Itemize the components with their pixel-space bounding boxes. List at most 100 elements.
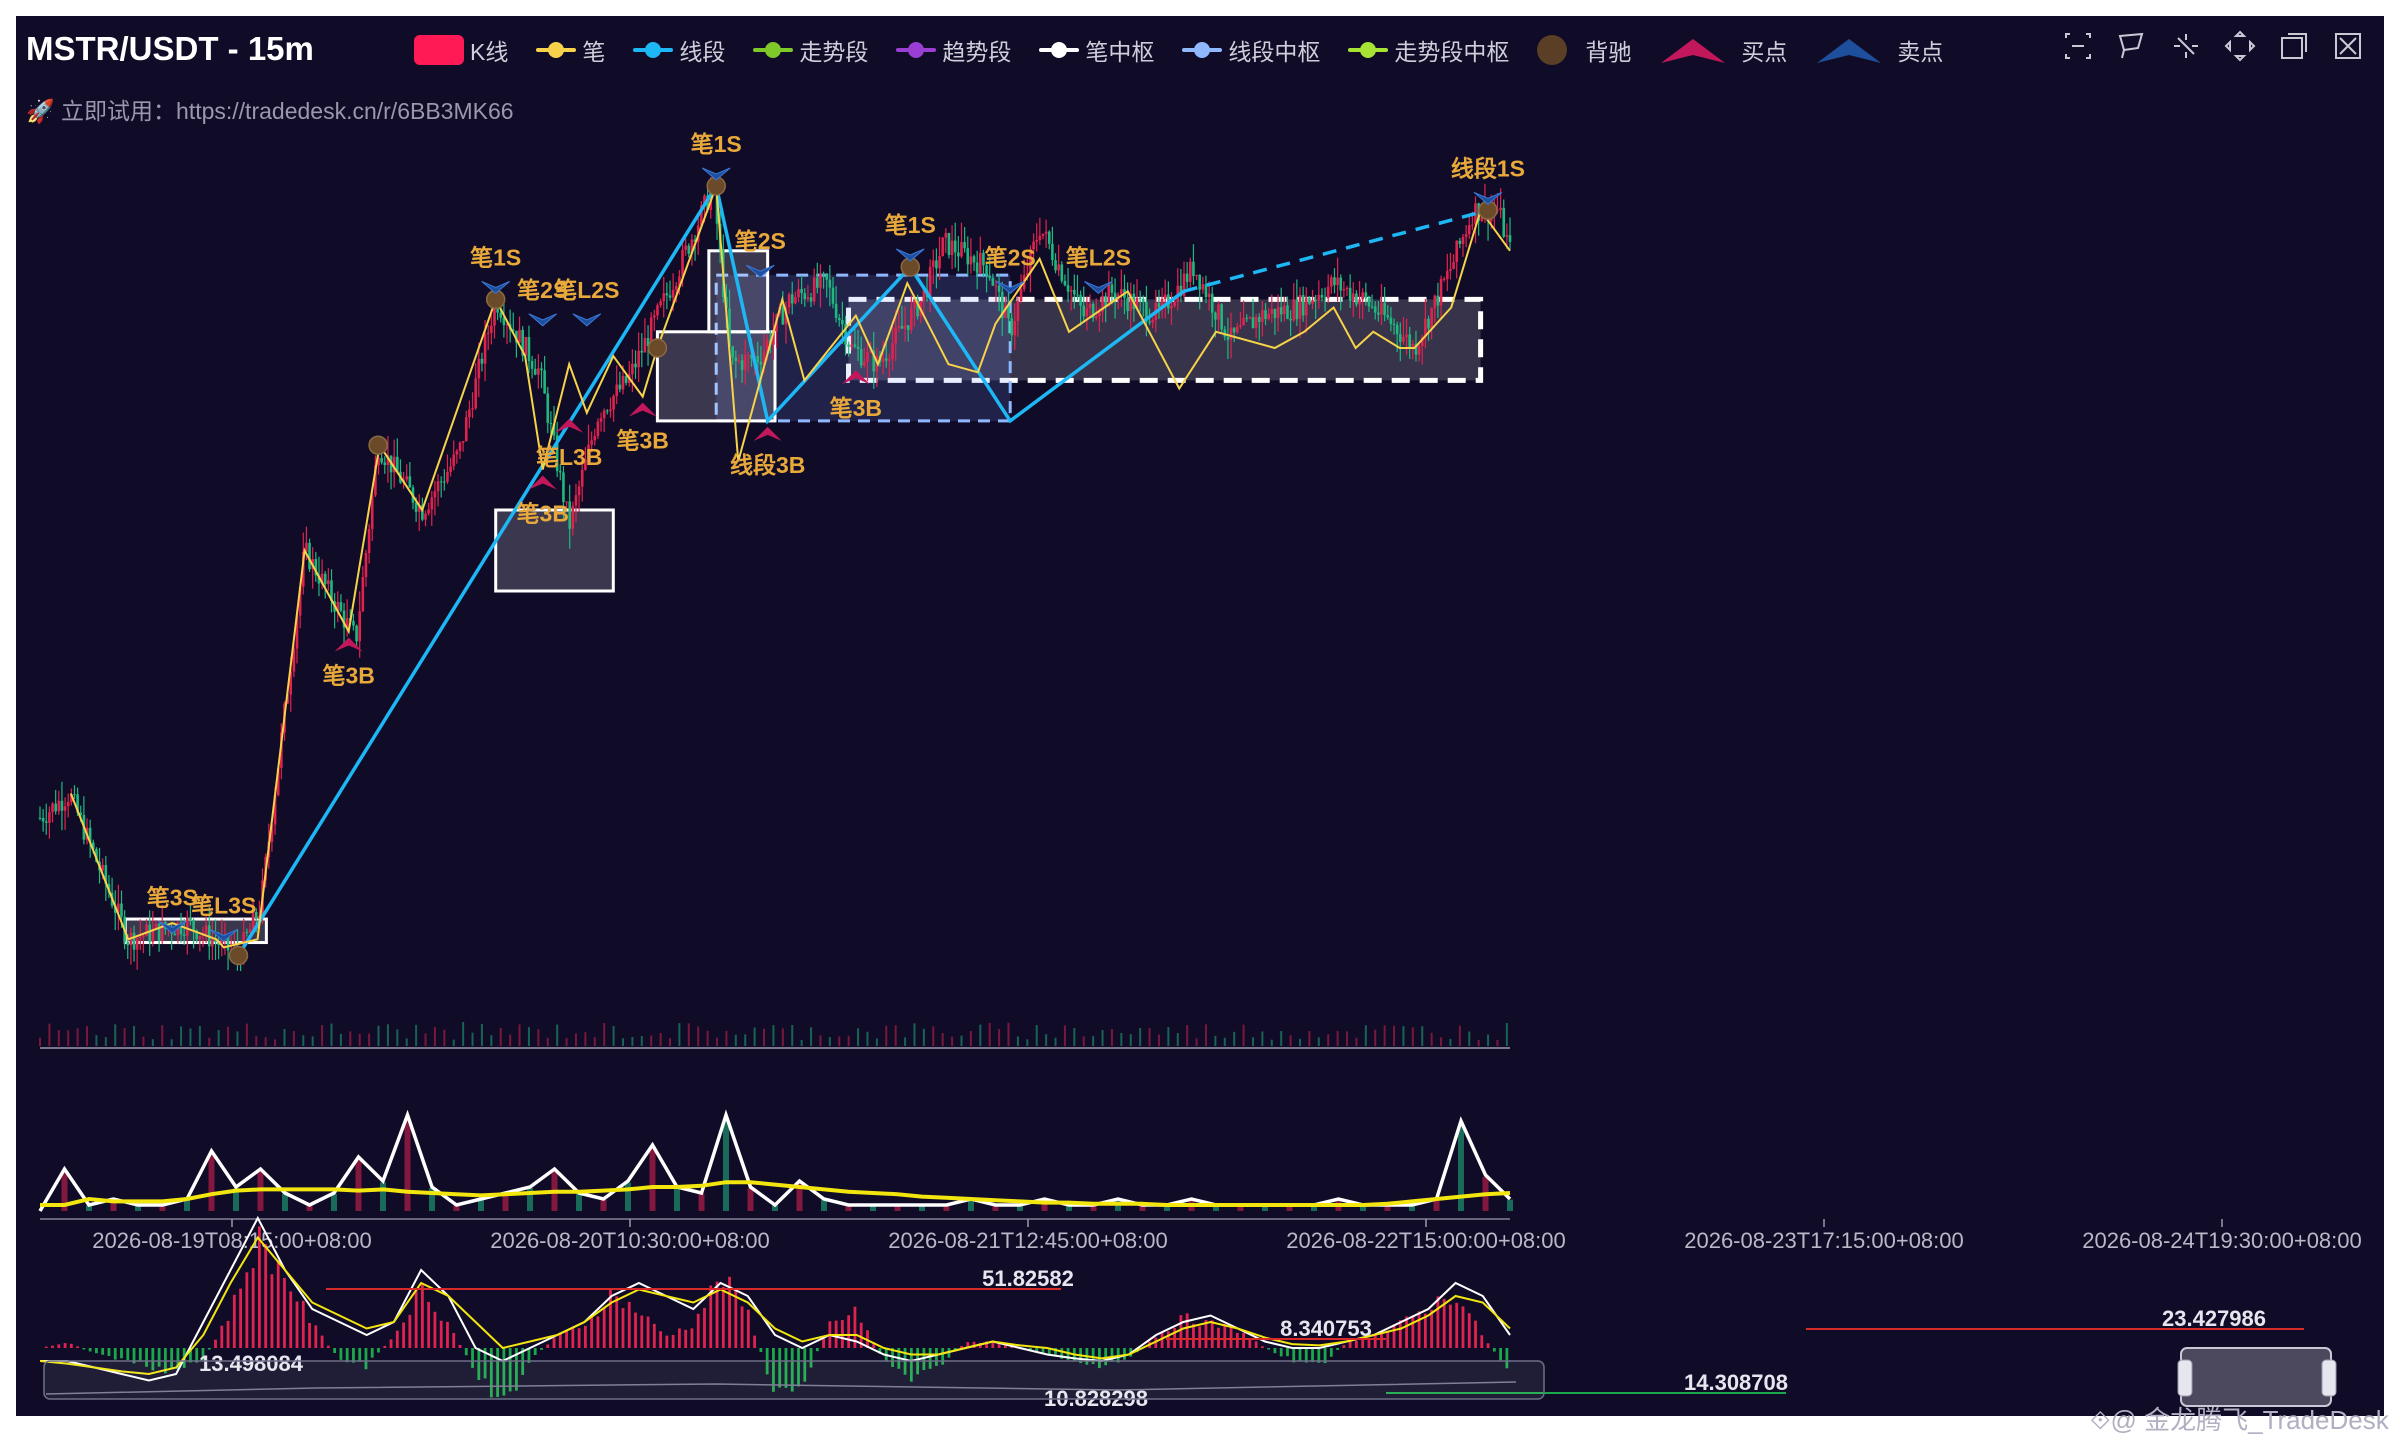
candle-body [1044,231,1048,234]
macd-bar [1373,1335,1377,1348]
candle-body [906,325,910,331]
candle-body [794,297,797,304]
candle-body [1076,294,1079,296]
macd-bar [1423,1313,1427,1348]
macd-bar [740,1306,744,1348]
macd-bar [1198,1326,1202,1348]
x-tick-label: 2026-08-22T15:00:00+08:00 [1286,1228,1566,1253]
volume-bars [39,1022,1508,1046]
candle-body [1301,294,1305,316]
signal-label: 笔3B [616,428,668,454]
macd-bar [63,1343,67,1348]
macd-bar [345,1348,349,1363]
macd-bar [1392,1324,1396,1348]
candle-body [530,361,534,369]
zoom-slider-window[interactable] [2180,1347,2332,1407]
price-chart: 笔3S笔L3S笔3B笔1S笔2S笔L2S笔3B笔L3B笔3B笔1S笔2S线段3B… [38,131,2362,1411]
indicator-bar [576,1193,582,1211]
candle-body [455,450,459,455]
macd-bar [1248,1339,1252,1348]
candle-body [198,935,202,940]
macd-bar [659,1331,662,1348]
candle-body [1405,334,1408,338]
macd-bar [690,1328,694,1348]
macd-bar [678,1328,681,1348]
signal-label: 笔3B [517,501,569,527]
candle-body [142,935,145,938]
candle-body [1430,308,1433,329]
divergence-marker [228,945,249,966]
candle-body [48,812,51,823]
candle-body [1035,240,1039,242]
candle-body [1170,306,1173,309]
signal-label: 笔L2S [1066,244,1131,270]
candle-body [731,346,734,358]
macd-bar [540,1348,543,1350]
macd-bar [326,1345,330,1348]
macd-bar [408,1314,412,1348]
candle-body [1185,273,1189,282]
sell-marker [481,280,511,295]
macd-bar [69,1343,73,1348]
macd-bar [1442,1298,1446,1348]
macd-annotation: 23.427986 [2162,1306,2266,1331]
candle-body [380,457,383,463]
candle-body [126,942,130,946]
macd-bar [1217,1327,1220,1348]
candle-body [1364,292,1368,299]
candle-body [834,303,838,318]
buy-marker [628,402,657,417]
candle-body [1248,317,1252,319]
candle-body [1204,284,1208,298]
candle-body [1304,297,1308,316]
zoom-handle-right[interactable] [2321,1359,2337,1397]
candle-body [186,917,189,936]
candle-body [1452,262,1455,269]
macd-bar [684,1329,688,1348]
candle-body [577,486,581,496]
macd-bar [1123,1348,1126,1360]
candle-body [192,919,195,931]
candle-body [1408,334,1412,349]
candle-body [624,375,628,383]
macd-bar [703,1307,706,1348]
candle-body [847,344,850,347]
candle-body [653,315,656,318]
candle-body [881,358,885,363]
candle-body [540,368,543,371]
sell-marker [572,313,602,327]
candle-body [323,573,327,585]
candle-body [1257,316,1261,322]
candle-body [1333,277,1336,286]
candle-body [1220,304,1223,330]
candle-body [499,312,503,318]
candle-body [1499,207,1502,211]
macd-bar [1311,1348,1314,1363]
macd-bar [308,1322,311,1348]
candle-body [859,348,863,366]
macd-bar [232,1294,236,1348]
candle-body [809,297,813,302]
candle-body [621,375,625,390]
candle-body [132,932,136,950]
candle-body [57,800,61,812]
candle-body [468,409,471,418]
candle-body [1085,308,1089,317]
candle-body [665,293,669,296]
signal-label: 笔L2S [554,277,619,303]
zoom-handle-left[interactable] [2177,1359,2193,1397]
macd-bar [1355,1340,1358,1348]
candle-body [803,293,807,300]
candle-body [1292,299,1296,321]
macd-bar [1474,1320,1477,1348]
chart-panel: MSTR/USDT - 15m 🚀 立即试用：https://tradedesk… [16,16,2384,1416]
candle-body [1395,324,1399,335]
candle-body [355,625,358,642]
candle-body [1041,233,1045,236]
macd-bar [126,1348,130,1360]
candle-body [975,262,979,273]
candle-body [145,924,148,936]
candle-body [831,287,835,304]
candle-body [935,260,938,269]
indicator-bar [649,1148,656,1211]
